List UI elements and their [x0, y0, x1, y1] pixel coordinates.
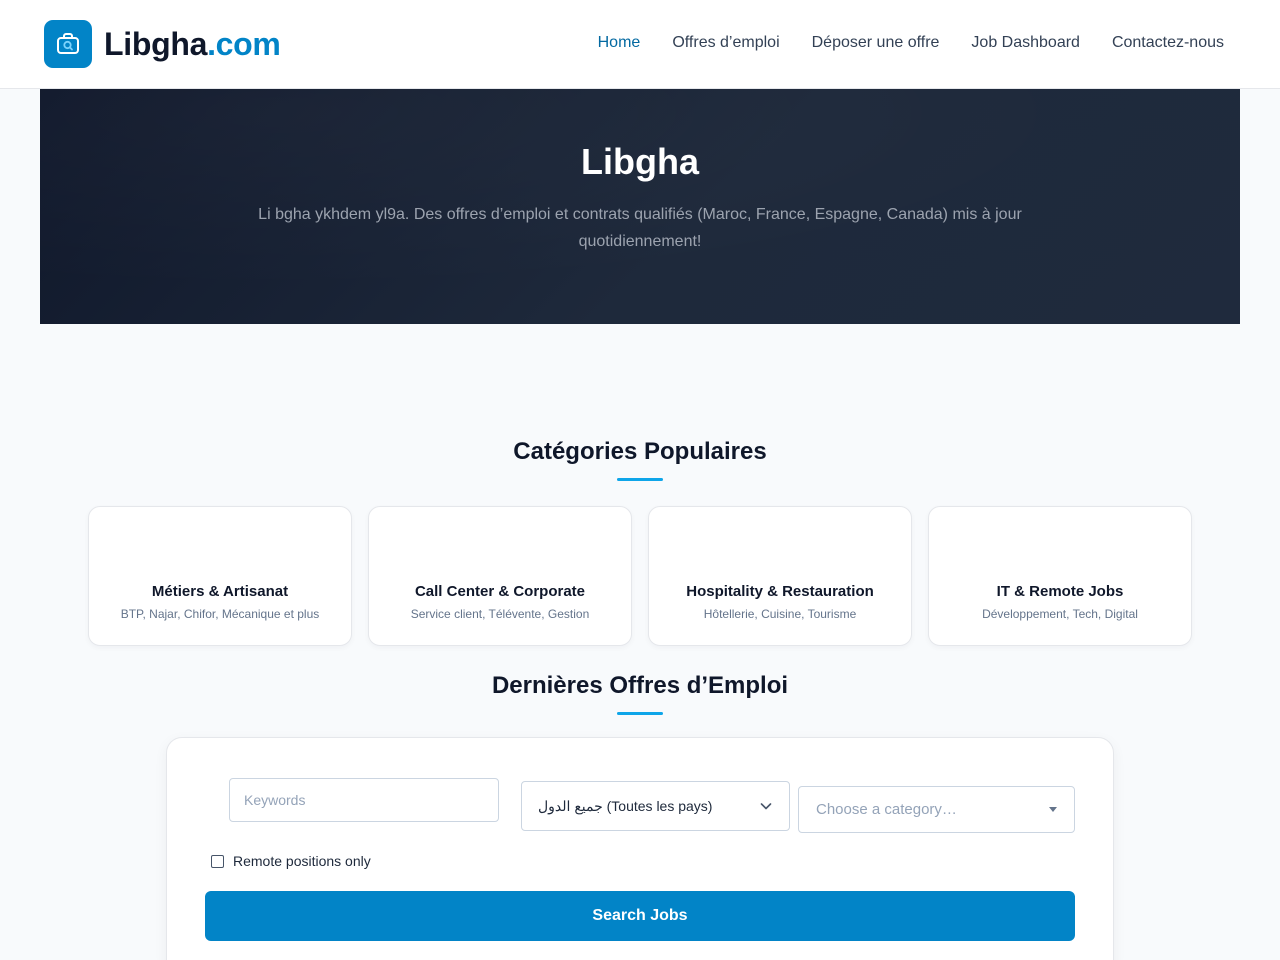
main-nav: Home Offres d’emploi Déposer une offre J… — [598, 32, 1224, 54]
country-select[interactable]: جميع الدول (Toutes les pays) — [521, 781, 790, 831]
category-description: BTP, Najar, Chifor, Mécanique et plus — [120, 607, 320, 621]
category-title: IT & Remote Jobs — [996, 583, 1124, 600]
category-title: Hospitality & Restauration — [686, 583, 874, 600]
nav-post-job[interactable]: Déposer une offre — [812, 32, 940, 54]
category-list: Métiers & Artisanat BTP, Najar, Chifor, … — [88, 506, 1192, 646]
latest-jobs-title-underline — [617, 712, 663, 715]
nav-contact[interactable]: Contactez-nous — [1112, 32, 1224, 54]
search-jobs-button[interactable]: Search Jobs — [205, 891, 1075, 941]
site-header: Libgha.com Home Offres d’emploi Déposer … — [0, 0, 1280, 89]
remote-only-label: Remote positions only — [233, 853, 371, 869]
remote-only-option[interactable]: Remote positions only — [211, 853, 371, 869]
country-select-value: جميع الدول (Toutes les pays) — [538, 797, 713, 814]
category-select-placeholder: Choose a category… — [816, 801, 957, 818]
category-title: Métiers & Artisanat — [151, 583, 289, 600]
category-description: Service client, Télévente, Gestion — [410, 607, 590, 621]
latest-jobs-title: Dernières Offres d’Emploi — [491, 672, 789, 699]
nav-job-dashboard[interactable]: Job Dashboard — [971, 32, 1080, 54]
category-card-it-remote[interactable]: IT & Remote Jobs Développement, Tech, Di… — [928, 506, 1192, 646]
hero-subtitle: Li bgha ykhdem yl9a. Des offres d’emploi… — [258, 206, 1022, 250]
category-description: Développement, Tech, Digital — [982, 607, 1138, 621]
categories-title-underline — [617, 478, 663, 481]
brand-name-main: Libgha — [104, 25, 208, 62]
category-select[interactable]: Choose a category… — [798, 786, 1075, 833]
caret-down-icon — [1049, 807, 1057, 812]
hero-banner: Libgha Li bgha ykhdem yl9a. Des offres d… — [40, 89, 1240, 324]
category-title: Call Center & Corporate — [414, 583, 586, 600]
brand-name-accent: .com — [207, 25, 281, 62]
briefcase-search-icon — [44, 20, 92, 68]
hero-title: Libgha — [581, 141, 699, 182]
brand-name: Libgha.com — [104, 26, 281, 63]
chevron-down-icon — [760, 803, 772, 810]
category-card-hospitality[interactable]: Hospitality & Restauration Hôtellerie, C… — [648, 506, 912, 646]
category-card-trades[interactable]: Métiers & Artisanat BTP, Najar, Chifor, … — [88, 506, 352, 646]
nav-job-offers[interactable]: Offres d’emploi — [672, 32, 779, 54]
category-description: Hôtellerie, Cuisine, Tourisme — [703, 607, 857, 621]
categories-title: Catégories Populaires — [513, 438, 767, 465]
keywords-input[interactable] — [229, 778, 499, 822]
remote-only-checkbox[interactable] — [211, 854, 224, 868]
site-logo[interactable]: Libgha.com — [44, 20, 281, 68]
category-card-call-center[interactable]: Call Center & Corporate Service client, … — [368, 506, 632, 646]
nav-home[interactable]: Home — [598, 32, 641, 54]
